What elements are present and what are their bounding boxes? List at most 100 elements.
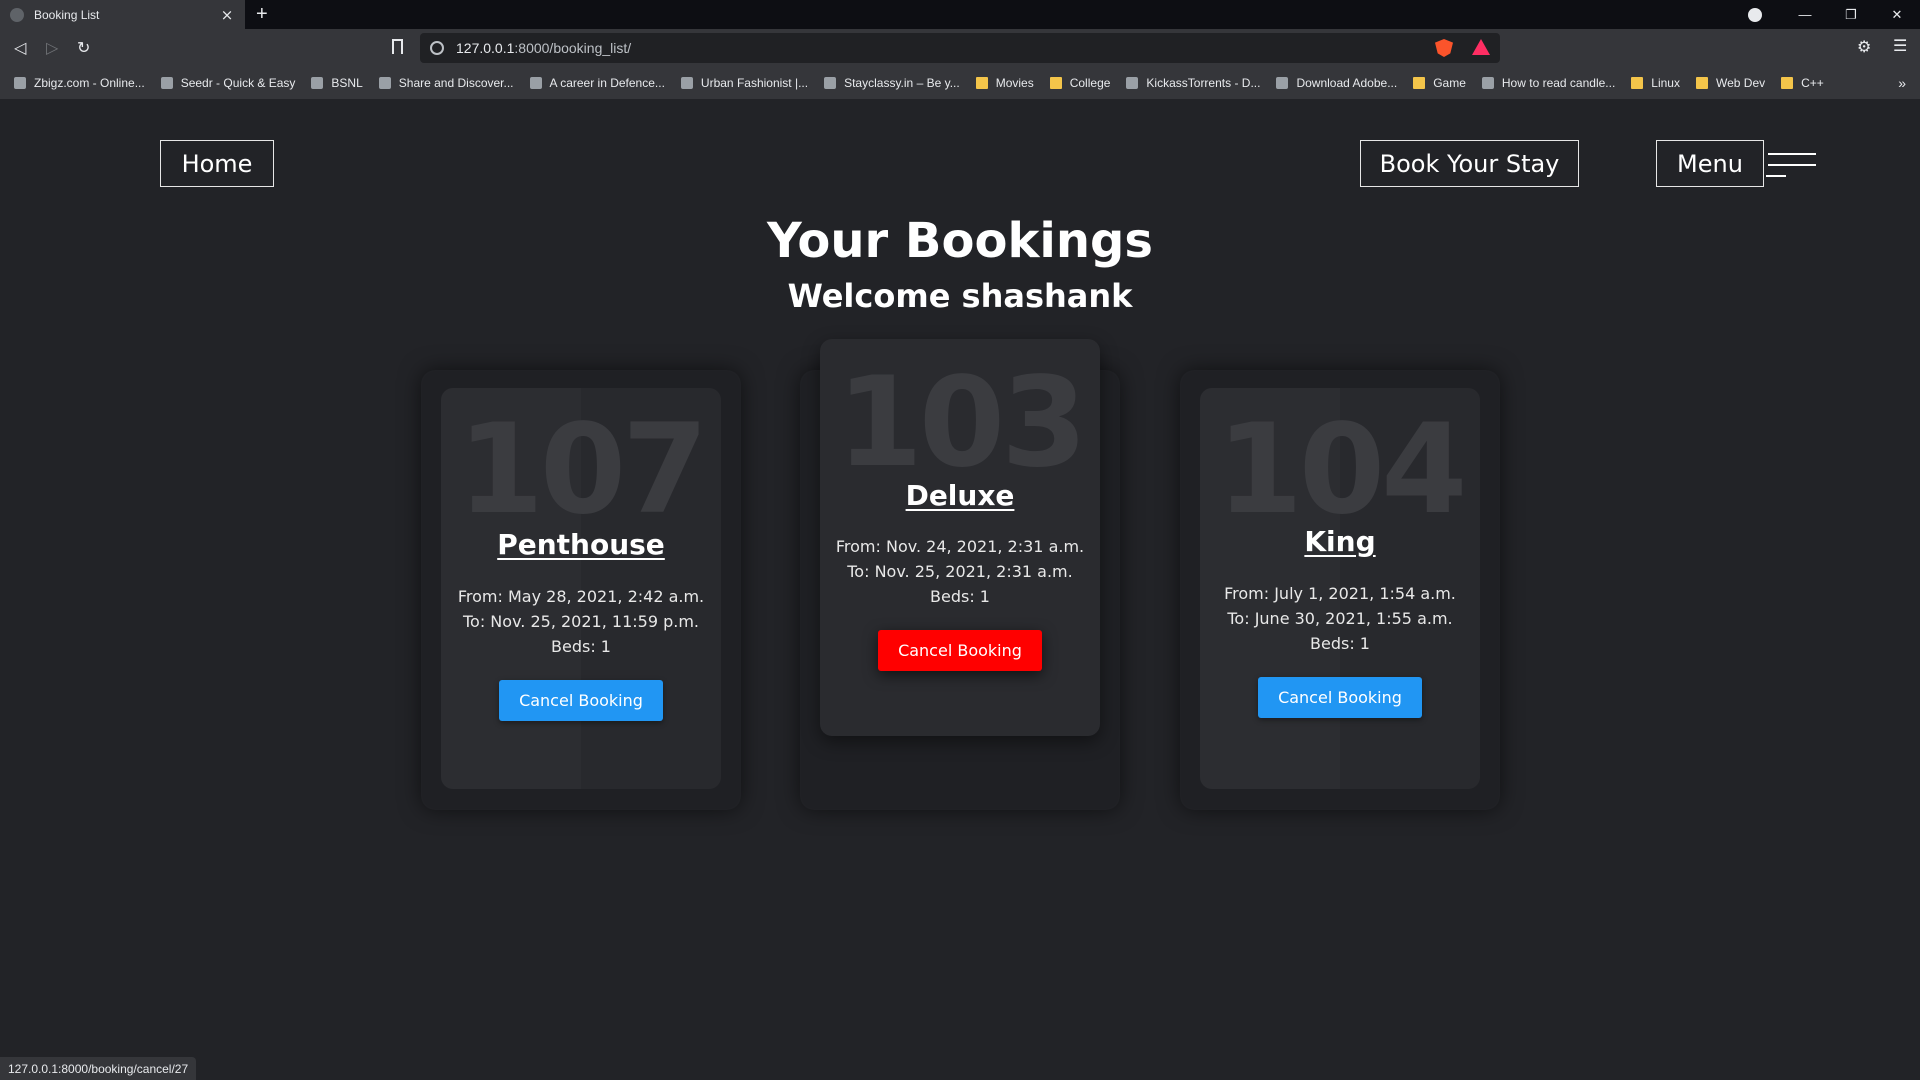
window-controls: — ❐ ✕	[1748, 0, 1920, 29]
back-icon[interactable]: ◁	[14, 38, 26, 57]
room-number: 107	[457, 398, 709, 542]
url-path: :8000/booking_list/	[514, 40, 632, 56]
bookmarks-overflow-button[interactable]: »	[1898, 75, 1906, 91]
bookmark-label: Download Adobe...	[1296, 76, 1398, 90]
cancel-booking-button[interactable]: Cancel Booking	[878, 630, 1042, 671]
book-your-stay-button[interactable]: Book Your Stay	[1360, 140, 1579, 187]
profile-icon[interactable]	[1748, 7, 1762, 22]
folder-icon	[1413, 77, 1426, 89]
bookmark-label: KickassTorrents - D...	[1146, 76, 1261, 90]
room-number: 103	[836, 351, 1088, 495]
bookmark-label: Linux	[1651, 76, 1680, 90]
status-bar-url: 127.0.0.1:8000/booking/cancel/27	[0, 1057, 197, 1080]
bookmark-item[interactable]: Web Dev	[1695, 76, 1766, 90]
bookmark-item[interactable]: BSNL	[311, 76, 363, 90]
bookmark-item[interactable]: A career in Defence...	[529, 76, 665, 90]
bsnl-icon	[311, 77, 324, 89]
globe-icon	[529, 77, 542, 89]
room-number: 104	[1216, 398, 1468, 542]
minimize-icon[interactable]: —	[1782, 7, 1828, 22]
close-tab-icon[interactable]: ×	[219, 6, 235, 24]
booking-from: From: Nov. 24, 2021, 2:31 a.m.	[835, 537, 1085, 556]
bookmark-label: Share and Discover...	[398, 76, 514, 90]
bookmark-label: How to read candle...	[1501, 76, 1616, 90]
browser-tab[interactable]: Booking List ×	[0, 0, 245, 29]
booking-card-inner: 107 Penthouse From: May 28, 2021, 2:42 a…	[441, 388, 721, 789]
stayclassy-icon	[824, 77, 837, 89]
bookmark-label: Zbigz.com - Online...	[34, 76, 145, 90]
bookmark-label: C++	[1801, 76, 1824, 90]
browser-tab-strip: Booking List × + — ❐ ✕	[0, 0, 1920, 29]
restore-icon[interactable]: ❐	[1828, 7, 1874, 23]
seedr-icon	[160, 77, 173, 89]
bookmarks-bar: Zbigz.com - Online... Seedr - Quick & Eas…	[0, 67, 1920, 99]
kickass-icon	[1126, 77, 1139, 89]
bookmark-item[interactable]: College	[1049, 76, 1111, 90]
address-bar[interactable]: 127.0.0.1:8000/booking_list/	[420, 33, 1500, 63]
chrome-icon	[1481, 77, 1494, 89]
booking-card-inner: 104 King From: July 1, 2021, 1:54 a.m. T…	[1200, 388, 1480, 789]
cloud-icon	[14, 77, 26, 89]
bookmark-label: A career in Defence...	[549, 76, 665, 90]
bookmark-item[interactable]: Seedr - Quick & Easy	[160, 76, 296, 90]
download-icon	[1276, 77, 1289, 89]
bookmark-label: College	[1069, 76, 1111, 90]
booking-beds: Beds: 1	[551, 637, 611, 656]
brave-rewards-icon[interactable]	[1472, 39, 1490, 55]
browser-menu-icon[interactable]: ☰	[1893, 36, 1907, 55]
hamburger-icon[interactable]	[1766, 151, 1816, 179]
new-tab-button[interactable]: +	[256, 4, 268, 24]
globe-icon	[10, 7, 24, 22]
globe-icon	[680, 77, 693, 89]
booking-details: From: July 1, 2021, 1:54 a.m. To: June 3…	[1200, 581, 1480, 656]
site-info-icon[interactable]	[430, 41, 444, 55]
bookmark-label: Game	[1433, 76, 1466, 90]
bookmark-item[interactable]: KickassTorrents - D...	[1126, 76, 1260, 90]
room-type-link[interactable]: Penthouse	[441, 528, 721, 561]
close-window-icon[interactable]: ✕	[1874, 7, 1920, 23]
bookmark-item[interactable]: C++	[1781, 76, 1824, 90]
bookmark-label: Seedr - Quick & Easy	[180, 76, 296, 90]
welcome-text: Welcome shashank	[787, 277, 1133, 315]
browser-toolbar: ◁ ▷ ↻ 127.0.0.1:8000/booking_list/ ⚙ ☰	[0, 29, 1920, 67]
bookmark-label: BSNL	[331, 76, 363, 90]
bookmark-item[interactable]: Download Adobe...	[1276, 76, 1397, 90]
bookmark-item[interactable]: Movies	[975, 76, 1034, 90]
bookmark-label: Web Dev	[1715, 76, 1766, 90]
folder-icon	[975, 77, 988, 89]
booking-to: To: Nov. 25, 2021, 11:59 p.m.	[462, 612, 699, 631]
tab-title: Booking List	[34, 7, 100, 22]
booking-card-inner: 103 Deluxe From: Nov. 24, 2021, 2:31 a.m…	[820, 339, 1100, 736]
bookmark-icon[interactable]	[392, 39, 403, 54]
url-text[interactable]: 127.0.0.1:8000/booking_list/	[456, 40, 631, 56]
menu-button[interactable]: Menu	[1656, 140, 1764, 187]
bookmark-label: Stayclassy.in – Be y...	[844, 76, 960, 90]
room-type-link[interactable]: Deluxe	[820, 479, 1100, 512]
bookmark-item[interactable]: Linux	[1631, 76, 1680, 90]
bookmark-item[interactable]: Share and Discover...	[378, 76, 514, 90]
booking-to: To: Nov. 25, 2021, 2:31 a.m.	[847, 562, 1073, 581]
bookmark-label: Movies	[995, 76, 1034, 90]
cancel-booking-button[interactable]: Cancel Booking	[499, 680, 663, 721]
bookmark-item[interactable]: How to read candle...	[1481, 76, 1616, 90]
booking-to: To: June 30, 2021, 1:55 a.m.	[1227, 609, 1453, 628]
bookmark-item[interactable]: Zbigz.com - Online...	[14, 76, 145, 90]
bookmark-item[interactable]: Game	[1413, 76, 1466, 90]
forward-icon[interactable]: ▷	[46, 38, 58, 57]
booking-card: 107 Penthouse From: May 28, 2021, 2:42 a…	[421, 370, 741, 810]
reload-icon[interactable]: ↻	[77, 38, 90, 57]
booking-from: From: May 28, 2021, 2:42 a.m.	[457, 587, 705, 606]
folder-icon	[1631, 77, 1644, 89]
home-button[interactable]: Home	[160, 140, 274, 187]
folder-icon	[1695, 77, 1708, 89]
bookmark-item[interactable]: Urban Fashionist |...	[680, 76, 809, 90]
booking-from: From: July 1, 2021, 1:54 a.m.	[1224, 584, 1456, 603]
room-type-link[interactable]: King	[1200, 525, 1480, 558]
booking-card: 103 Deluxe From: Nov. 24, 2021, 2:31 a.m…	[800, 339, 1120, 810]
url-host: 127.0.0.1	[456, 40, 515, 56]
folder-icon	[1049, 77, 1062, 89]
bookmark-item[interactable]: Stayclassy.in – Be y...	[824, 76, 960, 90]
bookmark-label: Urban Fashionist |...	[700, 76, 809, 90]
cancel-booking-button[interactable]: Cancel Booking	[1258, 677, 1422, 718]
extensions-icon[interactable]: ⚙	[1857, 37, 1871, 56]
